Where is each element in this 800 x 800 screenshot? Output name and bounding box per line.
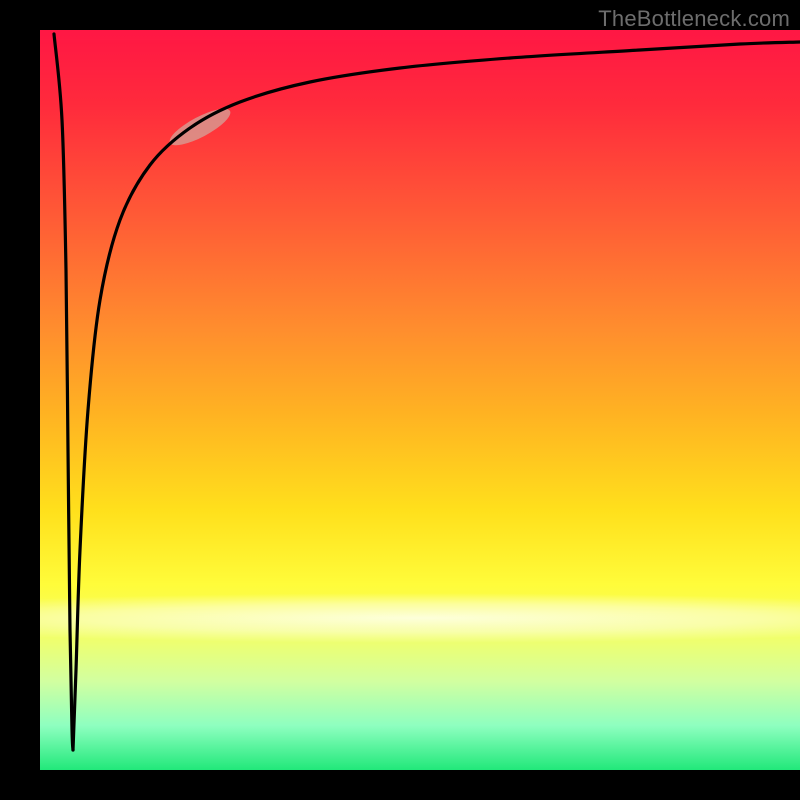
curve-recovery	[73, 42, 800, 750]
curve-layer	[40, 30, 800, 770]
chart-stage: TheBottleneck.com	[0, 0, 800, 800]
curve-down	[54, 34, 73, 750]
watermark-text: TheBottleneck.com	[598, 6, 790, 32]
